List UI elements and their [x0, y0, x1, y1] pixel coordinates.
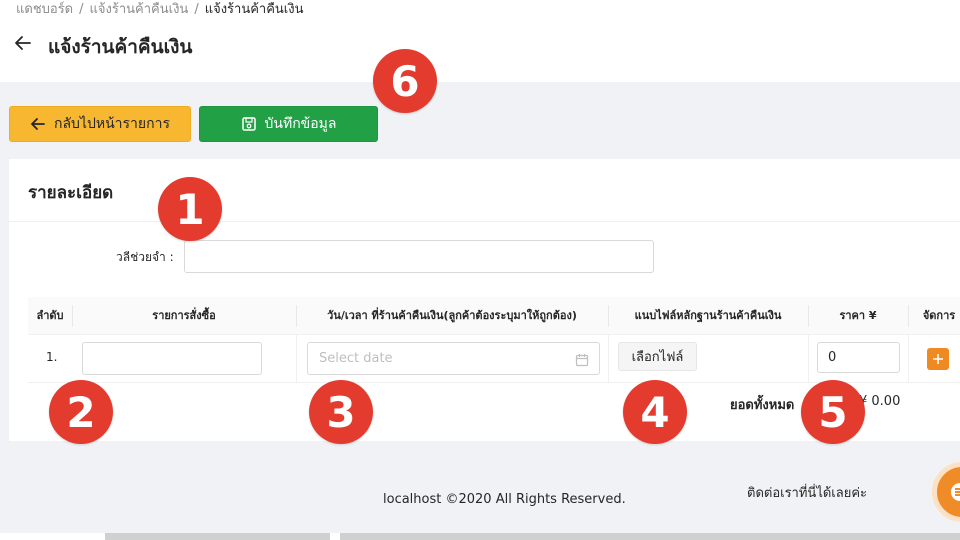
- order-input[interactable]: [82, 342, 262, 375]
- plus-icon: [932, 350, 944, 369]
- breadcrumb-separator: /: [79, 2, 84, 17]
- annotation-marker-6: 6: [373, 49, 437, 113]
- page-header: แดชบอร์ด / แจ้งร้านค้าคืนเงิน / แจ้งร้านค้าค…: [0, 0, 960, 82]
- card-title: รายละเอียด: [28, 183, 114, 203]
- annotation-marker-5: 5: [801, 380, 865, 444]
- row-index: 1.: [46, 350, 58, 364]
- back-to-list-label: กลับไปหน้ารายการ: [54, 116, 170, 132]
- back-arrow-icon[interactable]: [14, 34, 34, 56]
- date-placeholder: Select date: [319, 351, 393, 366]
- column-header-order: รายการสั่งซื้อ: [152, 309, 216, 322]
- column-header-attachment: แนบไฟล์หลักฐานร้านค้าคืนเงิน: [634, 309, 782, 322]
- arrow-left-icon: [30, 116, 46, 132]
- total-value: ¥ 0.00: [859, 394, 901, 409]
- breadcrumb: แดชบอร์ด / แจ้งร้านค้าคืนเงิน / แจ้งร้านค้าค…: [16, 0, 303, 19]
- footer-copyright: localhost ©2020 All Rights Reserved.: [383, 492, 626, 507]
- annotation-marker-4: 4: [623, 380, 687, 444]
- cell-separator: [808, 335, 809, 383]
- price-input[interactable]: 0: [817, 342, 900, 373]
- calendar-icon: [575, 352, 589, 367]
- total-label: ยอดทั้งหมด: [730, 398, 795, 413]
- annotation-marker-3: 3: [309, 380, 373, 444]
- page-title: แจ้งร้านค้าคืนเงิน: [48, 36, 193, 58]
- column-header-refund-date: วัน/เวลา ที่ร้านค้าคืนเงิน(ลูกค้าต้องระบ…: [327, 309, 577, 322]
- table-row: 1. Select date เลือกไฟล์ 0: [28, 335, 960, 383]
- memo-input[interactable]: [184, 240, 654, 273]
- breadcrumb-current: แจ้งร้านค้าคืนเงิน: [204, 2, 304, 17]
- save-icon: [241, 116, 257, 132]
- contact-text: ติดต่อเราที่นี่ได้เลยค่ะ: [747, 486, 868, 501]
- column-header-actions: จัดการ: [922, 309, 956, 322]
- back-to-list-button[interactable]: กลับไปหน้ารายการ: [9, 106, 191, 142]
- memo-label: วลีช่วยจำ :: [116, 250, 174, 264]
- chat-icon-glyph: [951, 483, 960, 501]
- save-button[interactable]: บันทึกข้อมูล: [199, 106, 378, 142]
- breadcrumb-separator: /: [194, 2, 199, 17]
- taskbar-segment: [330, 533, 340, 540]
- column-header-index: ลำดับ: [36, 309, 64, 322]
- choose-file-button[interactable]: เลือกไฟล์: [618, 342, 697, 371]
- breadcrumb-item-dashboard[interactable]: แดชบอร์ด: [16, 2, 73, 17]
- refund-date-picker[interactable]: Select date: [307, 342, 600, 375]
- add-row-button[interactable]: [927, 348, 949, 370]
- save-label: บันทึกข้อมูล: [264, 116, 337, 132]
- column-header-price: ราคา ¥: [839, 309, 877, 322]
- cell-separator: [296, 335, 297, 383]
- breadcrumb-item-refund[interactable]: แจ้งร้านค้าคืนเงิน: [90, 2, 189, 17]
- annotation-marker-1: 1: [158, 177, 222, 241]
- divider: [9, 221, 960, 222]
- cell-separator: [908, 335, 909, 383]
- taskbar-strip: [0, 533, 960, 540]
- chat-icon[interactable]: [932, 462, 960, 522]
- table-header: ลำดับ รายการสั่งซื้อ วัน/เวลา ที่ร้านค้า…: [28, 297, 960, 335]
- annotation-marker-2: 2: [49, 380, 113, 444]
- cell-separator: [608, 335, 609, 383]
- taskbar-segment: [0, 533, 105, 540]
